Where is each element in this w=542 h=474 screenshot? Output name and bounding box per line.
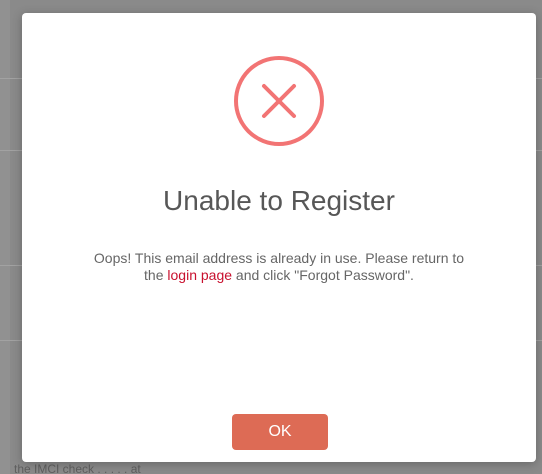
background-row-divider [0, 150, 22, 151]
background-page [0, 0, 10, 474]
background-row-divider [536, 265, 542, 266]
dialog-message: Oops! This email address is already in u… [22, 250, 536, 284]
message-line-1: Oops! This email address is already in u… [93, 250, 465, 266]
error-x-circle-icon [232, 54, 326, 148]
background-row-divider [0, 78, 22, 79]
background-row-divider [0, 265, 22, 266]
background-row-divider [536, 78, 542, 79]
background-footer-text: the IMCI check . . . . . at [14, 462, 141, 474]
message-line-2-prefix: the [144, 267, 168, 283]
background-row-divider [536, 150, 542, 151]
message-line-2-suffix: and click "Forgot Password". [232, 267, 414, 283]
background-row-divider [536, 340, 542, 341]
ok-button[interactable]: OK [232, 414, 328, 450]
error-dialog: Unable to Register Oops! This email addr… [22, 13, 536, 462]
page-backdrop: the IMCI check . . . . . at Unable to Re… [0, 0, 542, 474]
background-row-divider [0, 340, 22, 341]
dialog-title: Unable to Register [163, 185, 395, 216]
login-page-link[interactable]: login page [167, 267, 232, 283]
